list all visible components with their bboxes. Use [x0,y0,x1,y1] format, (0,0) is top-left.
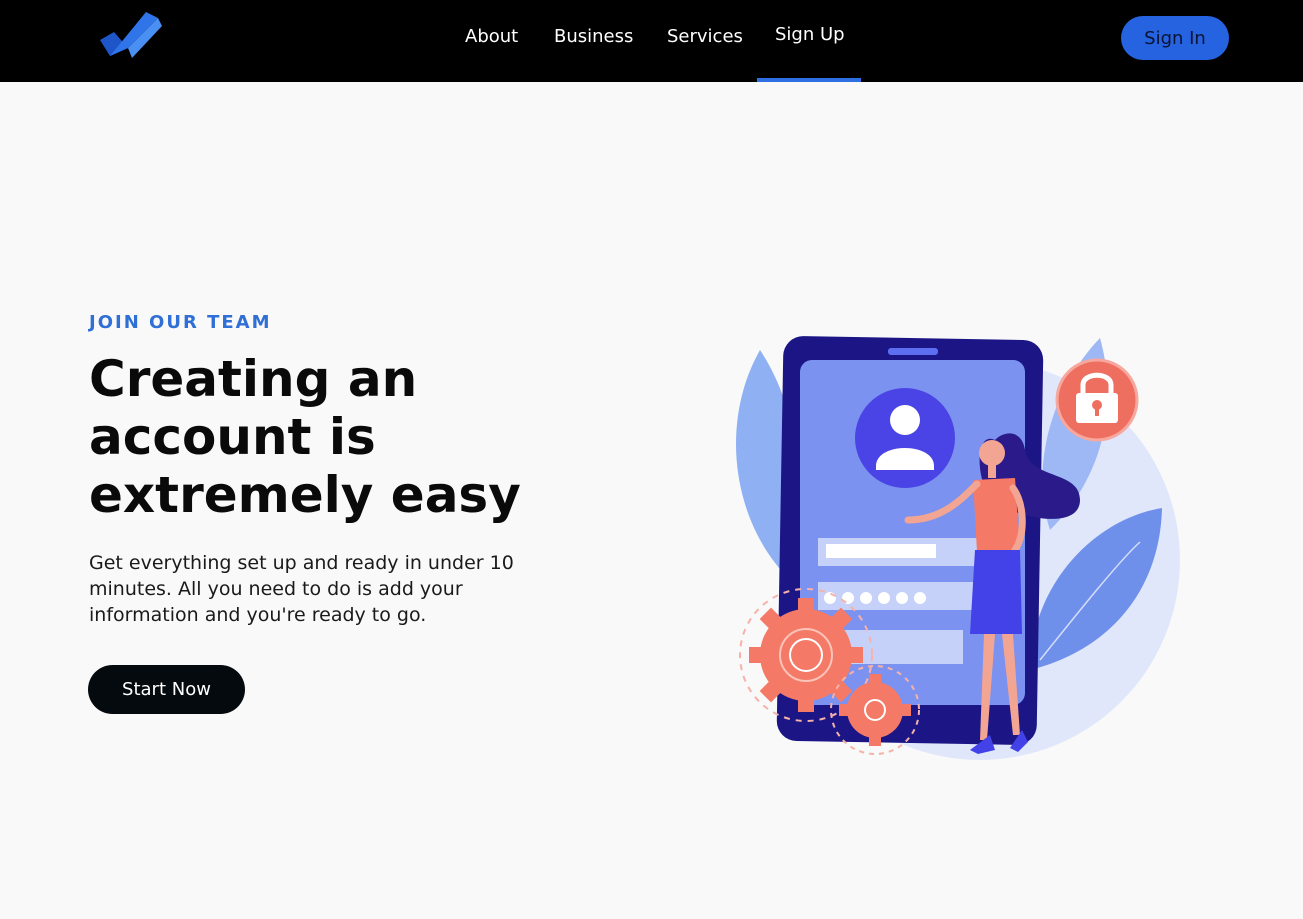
main-nav: About Business Services Sign Up [0,0,1303,82]
hero-subtext: Get everything set up and ready in under… [89,552,514,626]
nav-link-about[interactable]: About [465,26,518,47]
hero-headline: Creating an account is extremely easy [89,350,521,524]
phone-speaker [888,348,938,355]
signup-illustration [736,336,1180,760]
start-now-button[interactable]: Start Now [88,665,245,714]
hero-eyebrow: JOIN OUR TEAM [89,312,272,333]
sign-in-button[interactable]: Sign In [1121,16,1229,60]
active-tab-indicator [757,78,861,82]
user-avatar-icon [855,388,955,488]
navbar: About Business Services Sign Up Sign In [0,0,1303,82]
nav-link-business[interactable]: Business [554,26,633,47]
small-gear-icon [847,682,903,738]
nav-link-services[interactable]: Services [667,26,743,47]
nav-link-sign-up[interactable]: Sign Up [775,24,845,45]
